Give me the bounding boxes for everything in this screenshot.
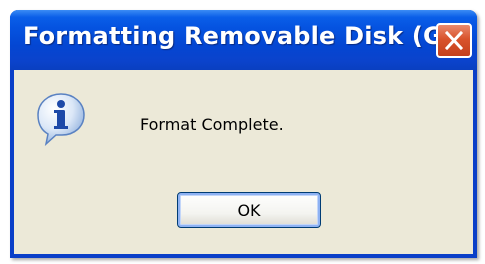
close-button[interactable] bbox=[436, 23, 472, 58]
title-bar[interactable]: Formatting Removable Disk (G:) bbox=[10, 10, 477, 70]
dialog-window: Formatting Removable Disk (G:) Format Co… bbox=[10, 10, 477, 258]
info-icon bbox=[37, 93, 85, 146]
message-text: Format Complete. bbox=[140, 115, 284, 134]
close-icon bbox=[445, 31, 463, 50]
dialog-body: Format Complete. OK bbox=[14, 70, 473, 254]
window-title: Formatting Removable Disk (G:) bbox=[23, 22, 464, 50]
ok-button[interactable]: OK bbox=[177, 192, 321, 228]
